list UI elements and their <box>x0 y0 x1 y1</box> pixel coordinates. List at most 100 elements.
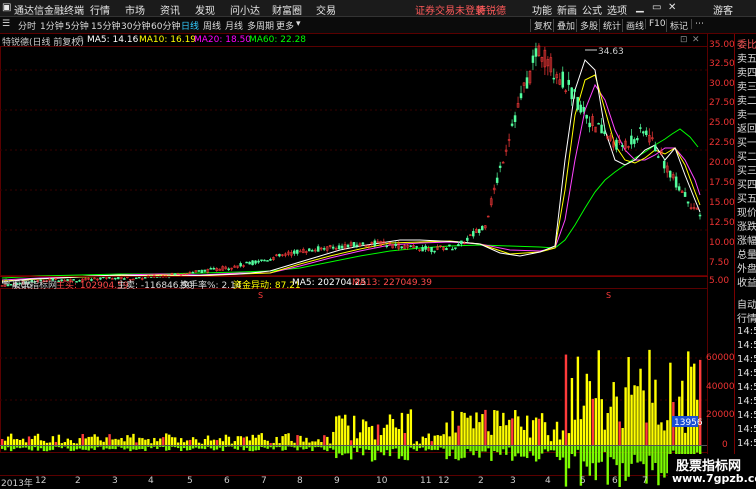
candle-body <box>374 241 376 246</box>
volume-bar-buy <box>186 440 188 445</box>
tick-time: 14:5 <box>737 424 756 435</box>
volume-bar-sell <box>621 446 623 463</box>
indicator-settings-icon[interactable]: ⚙ <box>2 278 10 288</box>
volume-bar-sell <box>520 446 522 457</box>
volume-bar-buy <box>422 437 424 445</box>
volume-bar-buy <box>13 439 15 445</box>
volume-bar-sell <box>82 446 84 450</box>
volume-bar-buy <box>281 436 283 445</box>
volume-bar-buy <box>466 418 468 445</box>
volume-bar-sell <box>627 446 629 477</box>
volume-bar-buy <box>401 413 403 445</box>
volume-bar-sell <box>463 446 465 458</box>
volume-bar-sell <box>120 446 122 448</box>
indicator-title: 股票指标网 <box>12 278 57 291</box>
volume-bar-buy <box>610 407 612 445</box>
volume-bar-sell <box>610 446 612 457</box>
volume-bar-buy <box>198 443 200 445</box>
candle-body <box>213 268 215 269</box>
volume-bar-sell <box>302 446 304 449</box>
volume-bar-sell <box>672 446 674 451</box>
candle-body <box>228 269 230 270</box>
volume-bar-sell <box>234 446 236 449</box>
date-tick: 6 <box>612 476 618 486</box>
volume-bar-buy <box>454 433 456 445</box>
volume-bar-buy <box>19 440 21 445</box>
volume-bar-sell <box>213 446 215 450</box>
volume-bar-buy <box>547 435 549 445</box>
volume-bar-sell <box>413 446 415 449</box>
price-tick: 20.00 <box>709 158 735 168</box>
candle-body <box>258 261 260 262</box>
volume-bar-buy <box>28 436 30 445</box>
volume-bar-buy <box>46 443 48 445</box>
volume-tick: 40000 <box>706 382 735 392</box>
event-marker[interactable]: S <box>606 291 611 300</box>
volume-bar-buy <box>111 439 113 445</box>
volume-bar-sell <box>216 446 218 450</box>
volume-bar-sell <box>114 446 116 449</box>
volume-bar-sell <box>353 446 355 448</box>
volume-bar-sell <box>269 446 271 447</box>
volume-bar-buy <box>541 413 543 445</box>
quote-label[interactable]: 委比 <box>737 36 756 51</box>
volume-bar-buy <box>79 438 81 445</box>
candle-body <box>568 80 570 84</box>
volume-bar-sell <box>431 446 433 450</box>
volume-bar-buy <box>445 423 447 445</box>
candle-body <box>317 247 319 252</box>
watermark-url: www.7gpzb.com <box>672 472 756 485</box>
quote-row: 外盘 <box>737 260 756 275</box>
volume-bar-sell <box>290 446 292 447</box>
volume-bar-buy <box>410 409 412 445</box>
volume-bar-buy <box>359 432 361 445</box>
volume-bar-sell <box>586 446 588 467</box>
tick-time: 14:5 <box>737 396 756 407</box>
volume-bar-sell <box>37 446 39 451</box>
price-tick: 7.50 <box>709 258 729 268</box>
volume-bar-buy <box>25 442 27 445</box>
volume-bar-sell <box>231 446 233 447</box>
volume-bar-buy <box>681 381 683 445</box>
volume-bar-sell <box>19 446 21 448</box>
tick-time: 14:5 <box>737 438 756 449</box>
volume-bar-buy <box>627 357 629 445</box>
volume-bar-buy <box>114 439 116 445</box>
event-marker[interactable]: S <box>258 291 263 300</box>
candle-body <box>639 128 641 129</box>
volume-bar-buy <box>559 439 561 445</box>
volume-bar-buy <box>117 440 119 445</box>
volume-bar-sell <box>633 446 635 455</box>
volume-bar-buy <box>347 426 349 445</box>
volume-bar-buy <box>85 438 87 445</box>
volume-bar-sell <box>598 446 600 463</box>
volume-bar-sell <box>73 446 75 451</box>
candle-body <box>621 145 623 146</box>
volume-bar-buy <box>684 433 686 445</box>
auto-button[interactable]: 自动 <box>737 296 756 311</box>
volume-bar-buy <box>583 406 585 445</box>
candle-body <box>601 125 603 133</box>
quote-row: 卖二 <box>737 92 756 107</box>
volume-bar-sell <box>484 446 486 452</box>
candle-body <box>347 245 349 247</box>
volume-bar-buy <box>487 431 489 445</box>
volume-bar-buy <box>123 441 125 445</box>
candle-body <box>266 260 268 261</box>
candle-body <box>574 89 576 91</box>
volume-bar-buy <box>320 442 322 445</box>
volume-bar-sell <box>156 446 158 449</box>
candle-body <box>434 251 436 252</box>
volume-bar-buy <box>589 381 591 445</box>
volume-bar-sell <box>696 446 698 453</box>
volume-bar-sell <box>374 446 376 460</box>
volume-bar-sell <box>574 446 576 456</box>
volume-bar-buy <box>228 437 230 445</box>
volume-bar-buy <box>577 357 579 445</box>
candle-body <box>263 260 265 261</box>
volume-bar-sell <box>368 446 370 450</box>
chart-canvas[interactable]: 34.63 4.06 S S 13956 <box>0 0 756 487</box>
candle-body <box>598 123 600 124</box>
volume-bar-buy <box>607 413 609 445</box>
back-button[interactable]: 返回 <box>737 120 756 135</box>
